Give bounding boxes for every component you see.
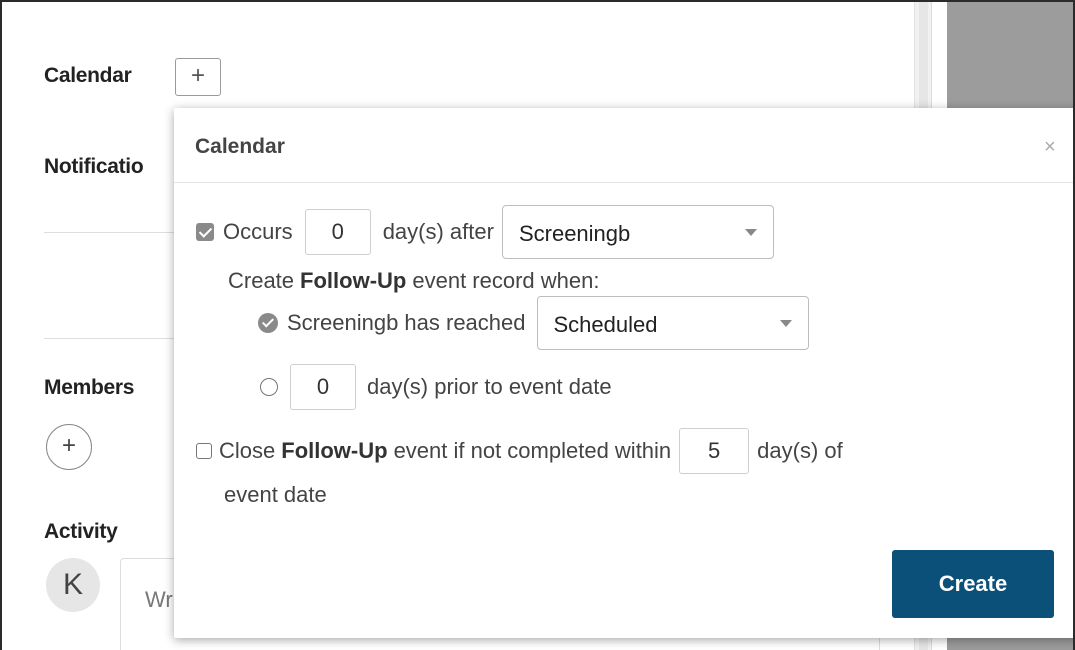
calendar-section-heading: Calendar bbox=[44, 64, 132, 87]
occurs-checkbox[interactable] bbox=[196, 223, 214, 241]
occurs-label: Occurs bbox=[223, 219, 293, 244]
close-followup-bold: Follow-Up bbox=[281, 438, 388, 463]
create-followup-bold: Follow-Up bbox=[300, 268, 407, 293]
reached-option-row: Screeningb has reached Scheduled bbox=[258, 296, 809, 350]
close-followup-line2-row: event date bbox=[224, 482, 327, 508]
add-calendar-button[interactable]: + bbox=[175, 58, 221, 96]
prior-days-input[interactable]: 0 bbox=[290, 364, 356, 410]
prior-option-row: 0 day(s) prior to event date bbox=[260, 364, 612, 410]
close-followup-row: Close Follow-Up event if not completed w… bbox=[196, 428, 843, 474]
close-followup-suffix: day(s) of bbox=[757, 438, 843, 463]
close-followup-prefix: Close bbox=[219, 438, 276, 463]
close-icon[interactable]: × bbox=[1044, 136, 1056, 159]
create-button[interactable]: Create bbox=[892, 550, 1054, 618]
section-divider bbox=[44, 338, 174, 339]
calendar-dialog: Calendar × Occurs 0 day(s) after Screeni… bbox=[174, 108, 1073, 638]
members-section-heading: Members bbox=[44, 376, 135, 399]
create-followup-label: Create Follow-Up event record when: bbox=[228, 268, 599, 294]
section-divider bbox=[44, 232, 174, 233]
comment-placeholder: Wr bbox=[145, 587, 173, 612]
add-member-button[interactable]: + bbox=[46, 424, 92, 470]
occurs-row: Occurs 0 day(s) after Screeningb bbox=[196, 205, 774, 259]
close-followup-line2: event date bbox=[224, 482, 327, 507]
chevron-down-icon bbox=[779, 320, 792, 327]
notifications-section-heading: Notificatio bbox=[44, 155, 144, 178]
close-days-input[interactable]: 5 bbox=[679, 428, 750, 474]
dialog-header: Calendar × bbox=[174, 108, 1073, 183]
close-followup-checkbox[interactable] bbox=[196, 443, 212, 459]
prior-radio[interactable] bbox=[260, 378, 278, 396]
activity-section-heading: Activity bbox=[44, 520, 118, 543]
after-label: day(s) after bbox=[382, 219, 494, 244]
status-select-value: Scheduled bbox=[553, 312, 658, 337]
prior-label: day(s) prior to event date bbox=[367, 374, 612, 399]
close-followup-middle: event if not completed within bbox=[393, 438, 672, 463]
event-select[interactable]: Screeningb bbox=[501, 205, 774, 259]
reached-label: Screeningb has reached bbox=[287, 310, 526, 335]
occurs-days-input[interactable]: 0 bbox=[304, 209, 371, 255]
dialog-title: Calendar bbox=[195, 135, 285, 158]
avatar: K bbox=[46, 558, 100, 612]
create-followup-prefix: Create bbox=[228, 268, 295, 293]
reached-radio[interactable] bbox=[258, 313, 278, 333]
create-followup-suffix: event record when: bbox=[412, 268, 600, 293]
status-select[interactable]: Scheduled bbox=[536, 296, 809, 350]
chevron-down-icon bbox=[744, 229, 757, 236]
app-frame: Calendar + Notificatio Members + Activit… bbox=[0, 0, 1075, 650]
event-select-value: Screeningb bbox=[518, 221, 631, 246]
